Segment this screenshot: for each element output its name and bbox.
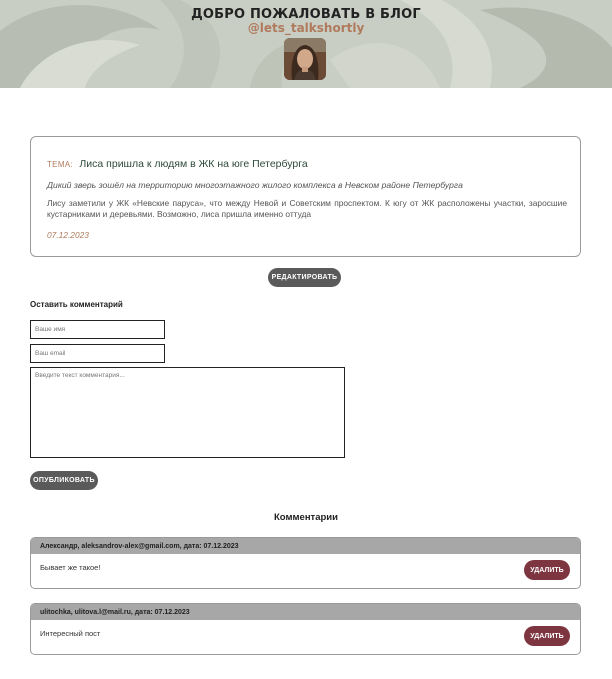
blog-handle: @lets_talkshortly (247, 21, 365, 35)
blog-title: ДОБРО ПОЖАЛОВАТЬ В БЛОГ (191, 7, 421, 22)
delete-comment-button[interactable]: УДАЛИТЬ (524, 626, 570, 646)
edit-button[interactable]: РЕДАКТИРОВАТЬ (268, 268, 341, 287)
topic-label: ТЕМА: (47, 160, 73, 169)
delete-comment-button[interactable]: УДАЛИТЬ (524, 560, 570, 580)
post-date: 07.12.2023 (47, 230, 89, 240)
comment-textarea[interactable] (30, 367, 345, 458)
publish-button[interactable]: ОПУБЛИКОВАТЬ (30, 471, 98, 490)
avatar-photo (284, 38, 326, 80)
avatar (284, 38, 326, 80)
post-title: Лиса пришла к людям в ЖК на юге Петербур… (79, 158, 308, 170)
post-topic: ТЕМА: Лиса пришла к людям в ЖК на юге Пе… (47, 154, 308, 172)
comment-text: Бывает же такое! (40, 563, 101, 572)
comment-text: Интересный пост (40, 629, 101, 638)
comment-header: ulitochka, ulitova.l@mail.ru, дата: 07.1… (31, 604, 580, 620)
email-input[interactable] (30, 344, 165, 363)
comment-header: Александр, aleksandrov-alex@gmail.com, д… (31, 538, 580, 554)
header-banner: ДОБРО ПОЖАЛОВАТЬ В БЛОГ @lets_talkshortl… (0, 0, 612, 88)
comment-item: Александр, aleksandrov-alex@gmail.com, д… (30, 537, 581, 589)
comments-heading: Комментарии (274, 512, 338, 523)
comment-item: ulitochka, ulitova.l@mail.ru, дата: 07.1… (30, 603, 581, 655)
post-card: ТЕМА: Лиса пришла к людям в ЖК на юге Пе… (30, 136, 581, 257)
name-input[interactable] (30, 320, 165, 339)
comment-form-title: Оставить комментарий (30, 300, 123, 309)
post-lead: Дикий зверь зошёл на территорию многоэта… (47, 180, 463, 190)
post-body: Лису заметили у ЖК «Невские паруса», что… (47, 198, 567, 219)
